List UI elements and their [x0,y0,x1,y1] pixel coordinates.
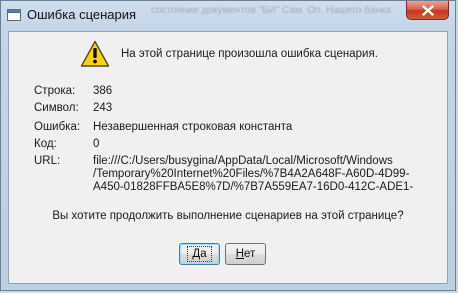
yes-button[interactable]: Да [179,243,220,265]
script-error-dialog: состояние документов "БИ" Сам. Оп. Нашег… [0,0,456,291]
title-bar[interactable]: состояние документов "БИ" Сам. Оп. Нашег… [1,1,455,31]
url-line: file:///C:/Users/busygina/AppData/Local/… [93,155,393,167]
url-label: URL: [34,155,61,167]
url-value: file:///C:/Users/busygina/AppData/Local/… [93,155,433,194]
no-button[interactable]: Нет [225,243,266,265]
close-icon [421,4,434,16]
close-button[interactable] [406,1,449,20]
continue-question: Вы хотите продолжить выполнение сценарие… [52,210,404,222]
line-label: Строка: [34,85,76,97]
line-value: 386 [93,85,113,97]
code-label: Код: [34,138,57,150]
error-value: Незавершенная строковая константа [93,121,293,133]
char-value: 243 [93,102,113,114]
window-title: Ошибка сценария [27,7,137,22]
char-label: Символ: [34,102,79,114]
error-headline: На этой странице произошла ошибка сценар… [121,48,378,60]
url-line: /Temporary%20Internet%20Files/%7B4A2A648… [93,168,410,180]
warning-icon [80,40,110,67]
no-button-label: Нет [235,248,256,260]
dialog-content: На этой странице произошла ошибка сценар… [8,31,448,284]
yes-button-label: Да [187,246,212,262]
url-line: A450-01828FFBA5E8%7D/%7B7A559EA7-16D0-41… [93,181,414,193]
window-app-icon [7,9,21,21]
code-value: 0 [93,138,100,150]
error-label: Ошибка: [34,121,81,133]
background-window-title: состояние документов "БИ" Сам. Оп. Нашег… [151,5,391,16]
